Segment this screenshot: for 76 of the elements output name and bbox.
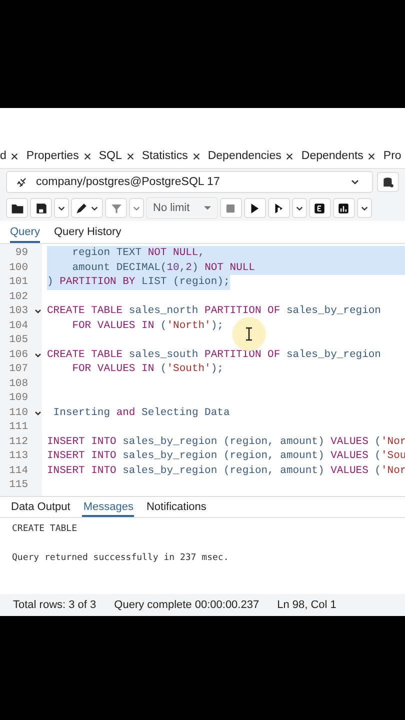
filter-button[interactable] xyxy=(105,198,127,218)
panel-tab[interactable]: Dependencies xyxy=(208,150,282,162)
output-tab[interactable]: Data Output xyxy=(10,497,72,517)
chevron-icon xyxy=(350,177,360,187)
fold-icon[interactable] xyxy=(34,307,42,316)
code-line: CREATE TABLE sales_south PARTITION OF sales_by_region xyxy=(47,348,381,362)
line-number: 104 xyxy=(8,318,28,333)
folder-icon xyxy=(10,202,24,214)
status-text: Ln 98, Col 1 xyxy=(277,599,336,611)
text-cursor-icon xyxy=(232,317,266,351)
stop-icon xyxy=(224,202,238,214)
line-number: 112 xyxy=(8,434,28,449)
code-line: INSERT INTO sales_by_region (region, amount) VALUES ('Sou xyxy=(47,449,405,464)
line-number: 101 xyxy=(8,275,28,290)
message-text: Query returned successfully in 237 msec. xyxy=(12,553,230,563)
close-icon[interactable] xyxy=(367,152,376,160)
close-icon[interactable] xyxy=(10,152,20,160)
edit-button[interactable] xyxy=(71,198,103,218)
database-button[interactable] xyxy=(377,172,399,192)
line-number: 100 xyxy=(8,260,28,275)
code-line: FOR VALUES IN ('South'); xyxy=(71,362,224,376)
save-button[interactable] xyxy=(30,198,52,218)
bar-chart-icon xyxy=(337,202,350,214)
status-text: Query complete 00:00:00.237 xyxy=(114,599,260,611)
line-number: 115 xyxy=(8,478,28,492)
link-icon xyxy=(15,176,28,188)
pencil-icon xyxy=(75,202,88,214)
line-number: 107 xyxy=(8,362,28,376)
close-icon[interactable] xyxy=(192,152,201,160)
status-text: Total rows: 3 of 3 xyxy=(13,599,96,611)
close-icon[interactable] xyxy=(285,152,294,160)
code-line: FOR VALUES IN ('North'); xyxy=(71,318,224,333)
message-text: CREATE TABLE xyxy=(12,524,78,534)
line-number: 102 xyxy=(8,290,28,304)
play-button[interactable] xyxy=(244,198,266,218)
code-line: Inserting and Selecting Data xyxy=(52,406,230,420)
code-line: CREATE TABLE sales_north PARTITION OF sales_by_region xyxy=(47,304,381,318)
close-icon[interactable] xyxy=(126,152,135,160)
line-number: 110 xyxy=(8,406,28,420)
line-number: 113 xyxy=(8,449,28,464)
line-number: 108 xyxy=(8,376,28,391)
dropdown-button[interactable] xyxy=(54,198,69,218)
chart-button[interactable] xyxy=(332,198,355,218)
query-tab[interactable]: Query History xyxy=(54,221,122,243)
output-tab[interactable]: Notifications xyxy=(145,497,208,517)
panel-tab[interactable]: SQL xyxy=(98,150,122,162)
run-script-button[interactable] xyxy=(268,198,290,218)
connection-select[interactable]: company/postgres@PostgreSQL 17 xyxy=(6,171,373,193)
panel-tab[interactable]: Pro xyxy=(383,150,402,162)
line-number: 109 xyxy=(8,391,28,406)
line-number: 106 xyxy=(8,348,28,362)
panel-tab[interactable]: d xyxy=(0,150,6,162)
save-icon xyxy=(34,202,48,214)
fold-icon[interactable] xyxy=(34,408,42,417)
open-file-button[interactable] xyxy=(6,198,28,218)
fold-icon[interactable] xyxy=(34,350,42,359)
line-number: 114 xyxy=(8,464,28,478)
dropdown-button[interactable] xyxy=(292,198,307,218)
filter-icon xyxy=(110,202,122,214)
explain-button[interactable] xyxy=(308,198,331,218)
e-box-icon xyxy=(313,202,326,214)
line-number: 111 xyxy=(8,420,28,434)
code-line: INSERT INTO sales_by_region (region, amount) VALUES ('Nor xyxy=(47,434,405,449)
close-icon[interactable] xyxy=(82,152,92,160)
panel-tab[interactable]: Dependents xyxy=(301,150,364,162)
line-number: 99 xyxy=(14,246,28,260)
limit-select[interactable]: No limit xyxy=(146,197,218,219)
code-line: INSERT INTO sales_by_region (region, amount) VALUES ('Nor xyxy=(47,464,405,478)
line-number: 105 xyxy=(8,333,28,348)
output-tab[interactable]: Messages xyxy=(82,497,134,517)
line-number: 103 xyxy=(8,304,28,318)
database-icon xyxy=(382,176,394,188)
dropdown-button[interactable] xyxy=(356,198,372,218)
caret-icon xyxy=(204,206,211,210)
panel-tab[interactable]: Properties xyxy=(26,150,79,162)
panel-tab[interactable]: Statistics xyxy=(142,150,188,162)
